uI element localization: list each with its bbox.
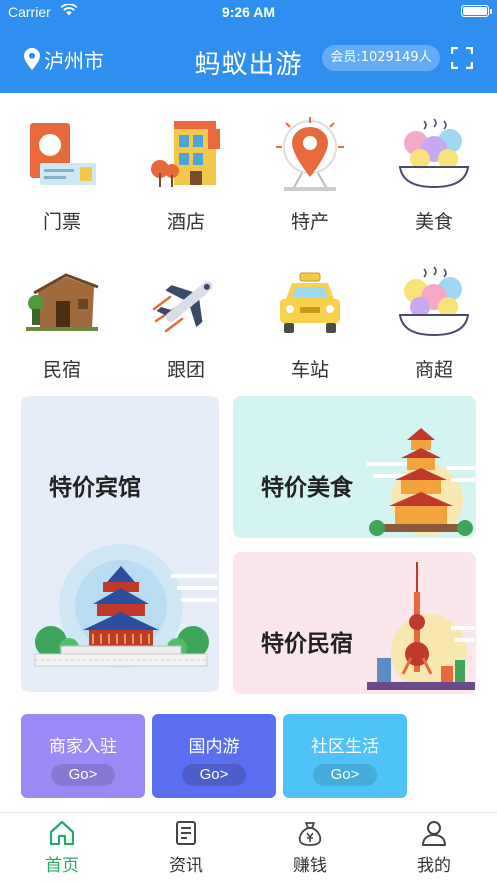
market-bowl-icon [398, 266, 470, 337]
tab-news[interactable]: 资讯 [124, 813, 248, 883]
pagoda-illustration [367, 428, 475, 536]
category-label: 酒店 [166, 211, 205, 233]
tab-profile[interactable]: 我的 [372, 813, 496, 883]
tab-label: 赚钱 [293, 856, 327, 876]
food-bowl-icon [398, 118, 470, 189]
status-bar: Carrier 9:26 AM [0, 0, 497, 26]
temple-illustration [34, 544, 217, 668]
tab-earn[interactable]: 赚钱 [248, 813, 372, 883]
status-time: 9:26 AM [221, 4, 276, 20]
battery-icon [461, 5, 492, 17]
domestic-tour-button[interactable]: 国内游 Go> [152, 714, 276, 798]
category-label: 民宿 [42, 359, 81, 381]
tab-label: 我的 [417, 856, 451, 876]
profile-icon [422, 821, 446, 846]
tv-tower-illustration [367, 562, 475, 690]
news-icon [176, 821, 196, 845]
homestay-hut-icon [26, 273, 99, 331]
category-hotel[interactable]: 酒店 [136, 105, 236, 235]
go-button[interactable]: Go> [313, 764, 377, 786]
category-label: 跟团 [166, 359, 205, 381]
go-button[interactable]: Go> [51, 764, 115, 786]
member-count-badge: 会员:1029149人 [322, 45, 440, 71]
tab-home[interactable]: 首页 [0, 813, 124, 883]
promo-hotel-title: 特价宾馆 [49, 475, 141, 501]
service-label: 社区生活 [311, 737, 379, 757]
community-life-button[interactable]: 社区生活 Go> [283, 714, 407, 798]
service-label: 商家入驻 [49, 737, 117, 757]
bottom-tab-bar: 首页 资讯 赚钱 我的 [0, 812, 497, 883]
ticket-icon [30, 123, 96, 185]
category-label: 商超 [414, 359, 453, 381]
category-group-tour[interactable]: 跟团 [136, 253, 236, 383]
scan-icon[interactable] [451, 47, 473, 69]
category-label: 门票 [42, 211, 81, 233]
app-header: Carrier 9:26 AM 泸州市 蚂蚁出游 会员:1029149人 [0, 0, 497, 93]
location-city: 泸州市 [44, 48, 104, 73]
promo-homestay-title: 特价民宿 [261, 631, 353, 657]
location-selector[interactable]: 泸州市 [24, 46, 104, 73]
promo-food-card[interactable]: 特价美食 [233, 396, 476, 538]
category-label: 车站 [290, 359, 329, 381]
promo-food-title: 特价美食 [261, 475, 353, 501]
category-label: 美食 [414, 211, 453, 233]
taxi-icon [280, 272, 340, 333]
service-label: 国内游 [188, 737, 240, 757]
tab-label: 资讯 [169, 856, 203, 876]
airplane-icon [152, 281, 213, 333]
category-supermarket[interactable]: 商超 [384, 253, 484, 383]
hotel-icon [151, 121, 220, 187]
promo-homestay-card[interactable]: 特价民宿 [233, 552, 476, 694]
category-tickets[interactable]: 门票 [12, 105, 112, 235]
category-homestay[interactable]: 民宿 [12, 253, 112, 383]
category-food[interactable]: 美食 [384, 105, 484, 235]
location-pin-icon [24, 48, 40, 70]
promo-hotel-card[interactable]: 特价宾馆 [21, 396, 219, 692]
home-icon [49, 820, 75, 846]
tab-label: 首页 [45, 856, 79, 876]
category-specialty[interactable]: 特产 [260, 105, 360, 235]
money-bag-icon [298, 822, 322, 846]
category-station[interactable]: 车站 [260, 253, 360, 383]
merchant-join-button[interactable]: 商家入驻 Go> [21, 714, 145, 798]
go-button[interactable]: Go> [182, 764, 246, 786]
specialty-pin-icon [276, 117, 344, 192]
category-label: 特产 [290, 211, 329, 233]
